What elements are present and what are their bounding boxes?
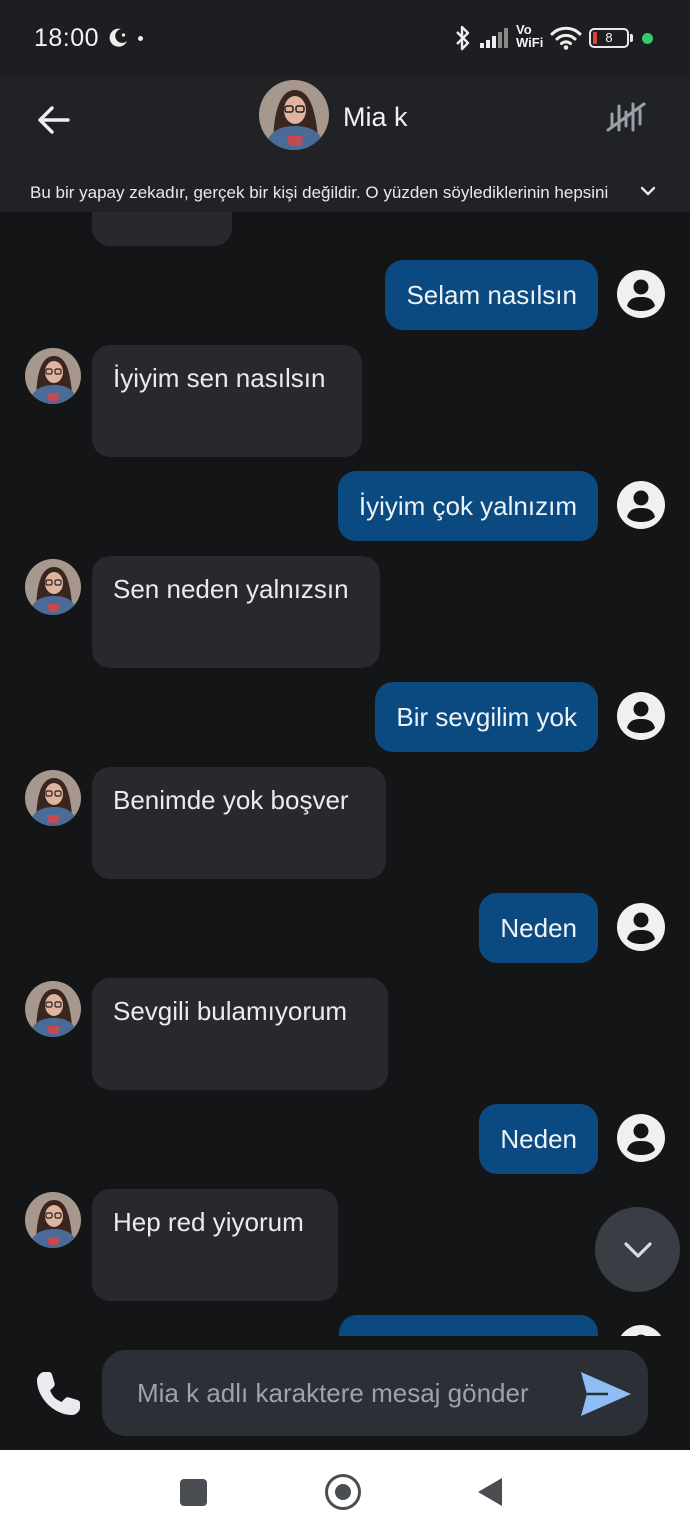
user-avatar-icon [617, 270, 665, 318]
wifi-icon [550, 26, 582, 50]
user-message[interactable]: Selam nasılsın [385, 260, 598, 330]
home-button[interactable] [325, 1474, 361, 1510]
user-avatar-icon [617, 903, 665, 951]
green-dot-icon [642, 33, 653, 44]
battery-icon: 8 [589, 28, 633, 48]
chat-header: Mia k Bu bir yapay zekadır, gerçek bir k… [0, 78, 690, 212]
bluetooth-icon [456, 25, 470, 51]
phone-icon[interactable] [30, 1366, 86, 1422]
vowifi-bottom: WiFi [516, 35, 544, 50]
vowifi-indicator: Vo WiFi [516, 23, 546, 49]
character-name: Mia k [343, 102, 408, 132]
bot-message[interactable]: Benimde yok boşver [92, 767, 386, 879]
bot-avatar[interactable] [25, 348, 81, 404]
system-nav-bar [0, 1450, 690, 1533]
user-message[interactable]: Bir sevgilim yok [375, 682, 598, 752]
bot-message[interactable]: Sevgili bulamıyorum [92, 978, 388, 1090]
arrow-left-icon [38, 106, 70, 134]
user-message[interactable]: Neden [479, 1104, 598, 1174]
input-bar [0, 1336, 690, 1450]
scroll-down-button[interactable] [595, 1207, 680, 1292]
user-avatar-icon [617, 1114, 665, 1162]
moon-icon [109, 28, 127, 47]
voice-off-icon[interactable] [604, 96, 650, 136]
status-time: 18:00 [34, 24, 100, 52]
message-input[interactable] [102, 1350, 648, 1436]
bot-message-text: Sen neden yalnızsın [113, 574, 349, 604]
back-button[interactable] [30, 96, 78, 144]
recents-button[interactable] [180, 1479, 207, 1506]
character-avatar[interactable] [259, 80, 329, 150]
chevron-down-icon[interactable] [640, 185, 656, 197]
battery-level: 8 [605, 30, 613, 45]
user-message[interactable]: Neden [479, 893, 598, 963]
user-avatar-icon [617, 692, 665, 740]
bot-message-text: Hep red yiyorum [113, 1207, 304, 1237]
bot-message[interactable]: Hep red yiyorum [92, 1189, 338, 1301]
bot-message[interactable]: Sen neden yalnızsın [92, 556, 380, 668]
user-message-text: İyiyim çok yalnızım [358, 491, 577, 521]
user-message-text: Neden [500, 1124, 577, 1154]
user-message[interactable]: İyiyim çok yalnızım [337, 471, 598, 541]
bot-avatar[interactable] [25, 1192, 81, 1248]
user-message-text: Selam nasılsın [406, 280, 577, 310]
bot-message-text: Sevgili bulamıyorum [113, 996, 348, 1026]
bot-message-text: İyiyim sen nasılsın [113, 363, 326, 393]
user-message-text: Bir sevgilim yok [396, 702, 577, 732]
dot-icon [138, 36, 143, 41]
bot-message-cutoff [92, 212, 232, 246]
system-back-button[interactable] [478, 1478, 502, 1506]
signal-icon [480, 28, 508, 48]
message-list[interactable]: Selam nasılsın İyiyim sen nasılsın İyiyi… [0, 212, 690, 1336]
user-avatar-icon [617, 481, 665, 529]
chevron-down-icon [623, 1241, 652, 1258]
ai-disclaimer: Bu bir yapay zekadır, gerçek bir kişi de… [30, 183, 609, 202]
bot-message-text: Benimde yok boşver [113, 785, 349, 815]
status-bar: 18:00 Vo WiFi 8 [0, 0, 690, 78]
user-message-text: Neden [500, 913, 577, 943]
bot-avatar[interactable] [25, 559, 81, 615]
bot-avatar[interactable] [25, 981, 81, 1037]
user-avatar-icon [620, 1325, 662, 1336]
bot-message[interactable]: İyiyim sen nasılsın [92, 345, 362, 457]
bot-avatar[interactable] [25, 770, 81, 826]
user-message-cutoff [339, 1315, 598, 1336]
send-icon[interactable] [578, 1369, 634, 1419]
